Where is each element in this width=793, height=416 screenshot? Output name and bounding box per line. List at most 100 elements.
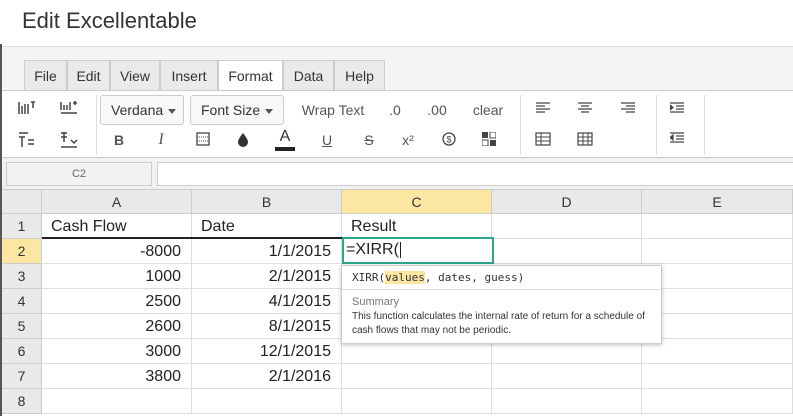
cell-b2[interactable]: 1/1/2015 [192, 239, 342, 264]
cell-e8[interactable] [642, 389, 793, 414]
cell-c8[interactable] [342, 389, 492, 414]
underline-button[interactable]: U [314, 128, 340, 152]
font-color-label: A [279, 128, 291, 145]
insert-table-icon[interactable] [530, 128, 556, 152]
borders-icon[interactable] [190, 128, 216, 152]
font-family-dropdown[interactable]: Verdana [100, 95, 184, 125]
row-header[interactable]: 8 [2, 389, 42, 414]
remaining-arguments: , dates, guess) [424, 271, 525, 284]
cell-b1[interactable]: Date [192, 214, 342, 239]
page-title: Edit Excellentable [22, 8, 197, 33]
row-header[interactable]: 3 [2, 264, 42, 289]
vertical-align-top-icon[interactable] [14, 128, 40, 152]
cell-d2[interactable] [492, 239, 642, 264]
function-description: This function calculates the internal ra… [352, 311, 645, 336]
tab-insert[interactable]: Insert [160, 60, 218, 91]
cell-a4[interactable]: 2500 [42, 289, 192, 314]
cell-b7[interactable]: 2/1/2016 [192, 364, 342, 389]
cell-b8[interactable] [192, 389, 342, 414]
cell-a1[interactable]: Cash Flow [42, 214, 192, 239]
function-name: XIRR( [352, 271, 386, 284]
cell-c1[interactable]: Result [342, 214, 492, 239]
row-header[interactable]: 5 [2, 314, 42, 339]
wrap-text-button[interactable]: Wrap Text [292, 98, 374, 122]
cell-e3[interactable] [642, 264, 793, 289]
column-header-a[interactable]: A [42, 190, 192, 214]
align-center-icon[interactable] [572, 98, 598, 122]
bold-button[interactable]: B [106, 128, 132, 152]
cell-e5[interactable] [642, 314, 793, 339]
formula-input[interactable] [157, 162, 793, 186]
row-header[interactable]: 4 [2, 289, 42, 314]
row-header[interactable]: 6 [2, 339, 42, 364]
decimal-decrease-button[interactable]: .0 [380, 98, 410, 122]
table-grid-icon[interactable] [572, 128, 598, 152]
cell-d7[interactable] [492, 364, 642, 389]
active-cell-editor[interactable]: =XIRR( [342, 237, 494, 264]
cell-e7[interactable] [642, 364, 793, 389]
cell-a2[interactable]: -8000 [42, 239, 192, 264]
currency-icon[interactable]: $ [436, 128, 462, 152]
align-left-icon[interactable] [530, 98, 556, 122]
cell-a8[interactable] [42, 389, 192, 414]
column-header-b[interactable]: B [192, 190, 342, 214]
fill-color-icon[interactable] [230, 128, 256, 152]
cell-b6[interactable]: 12/1/2015 [192, 339, 342, 364]
svg-text:$: $ [446, 135, 451, 145]
column-header-c[interactable]: C [342, 190, 492, 214]
cell-a3[interactable]: 1000 [42, 264, 192, 289]
tab-edit[interactable]: Edit [67, 60, 110, 91]
cell-reference-box[interactable]: C2 [6, 162, 152, 186]
column-header-d[interactable]: D [492, 190, 642, 214]
font-color-swatch [275, 147, 295, 151]
function-signature: XIRR(values, dates, guess) [342, 266, 661, 290]
chevron-down-icon [265, 108, 274, 114]
row-header[interactable]: 2 [2, 239, 42, 264]
italic-button[interactable]: I [148, 128, 174, 152]
clear-format-button[interactable]: clear [466, 98, 510, 122]
tab-help[interactable]: Help [334, 60, 385, 91]
menu-bar: File Edit View Insert Format Data Help [2, 46, 793, 92]
tab-file[interactable]: File [24, 60, 67, 91]
superscript-button[interactable]: x² [395, 128, 421, 152]
cell-a5[interactable]: 2600 [42, 314, 192, 339]
align-right-icon[interactable] [615, 98, 641, 122]
font-family-label: Verdana [111, 102, 164, 118]
toolbar-separator [704, 95, 705, 155]
cell-d1[interactable] [492, 214, 642, 239]
indent-icon[interactable] [664, 98, 690, 122]
row-header[interactable]: 1 [2, 214, 42, 239]
outdent-icon[interactable] [664, 128, 690, 152]
format-toolbar: Verdana Font Size Wrap Text .0 .00 clear… [2, 90, 793, 158]
number-format-icon[interactable] [476, 128, 502, 152]
cell-e2[interactable] [642, 239, 793, 264]
column-width-icon[interactable] [56, 97, 82, 121]
row-height-icon[interactable] [14, 97, 40, 121]
strikethrough-button[interactable]: S [356, 128, 382, 152]
toolbar-separator [656, 95, 657, 155]
current-argument: values [385, 271, 425, 284]
cell-a7[interactable]: 3800 [42, 364, 192, 389]
tab-format[interactable]: Format [218, 60, 283, 92]
tab-view[interactable]: View [110, 60, 160, 91]
font-color-button[interactable]: A [272, 127, 298, 151]
cell-e1[interactable] [642, 214, 793, 239]
decimal-increase-button[interactable]: .00 [420, 98, 454, 122]
font-size-label: Font Size [201, 102, 261, 118]
cell-b5[interactable]: 8/1/2015 [192, 314, 342, 339]
cell-e6[interactable] [642, 339, 793, 364]
cell-b4[interactable]: 4/1/2015 [192, 289, 342, 314]
cell-e4[interactable] [642, 289, 793, 314]
column-header-e[interactable]: E [642, 190, 793, 214]
font-size-dropdown[interactable]: Font Size [190, 95, 284, 125]
row-header[interactable]: 7 [2, 364, 42, 389]
cell-c7[interactable] [342, 364, 492, 389]
vertical-align-bottom-icon[interactable] [56, 128, 82, 152]
summary-label: Summary [352, 296, 400, 308]
text-cursor [399, 241, 401, 258]
cell-b3[interactable]: 2/1/2015 [192, 264, 342, 289]
select-all-corner[interactable] [2, 190, 42, 214]
tab-data[interactable]: Data [283, 60, 334, 91]
cell-d8[interactable] [492, 389, 642, 414]
cell-a6[interactable]: 3000 [42, 339, 192, 364]
